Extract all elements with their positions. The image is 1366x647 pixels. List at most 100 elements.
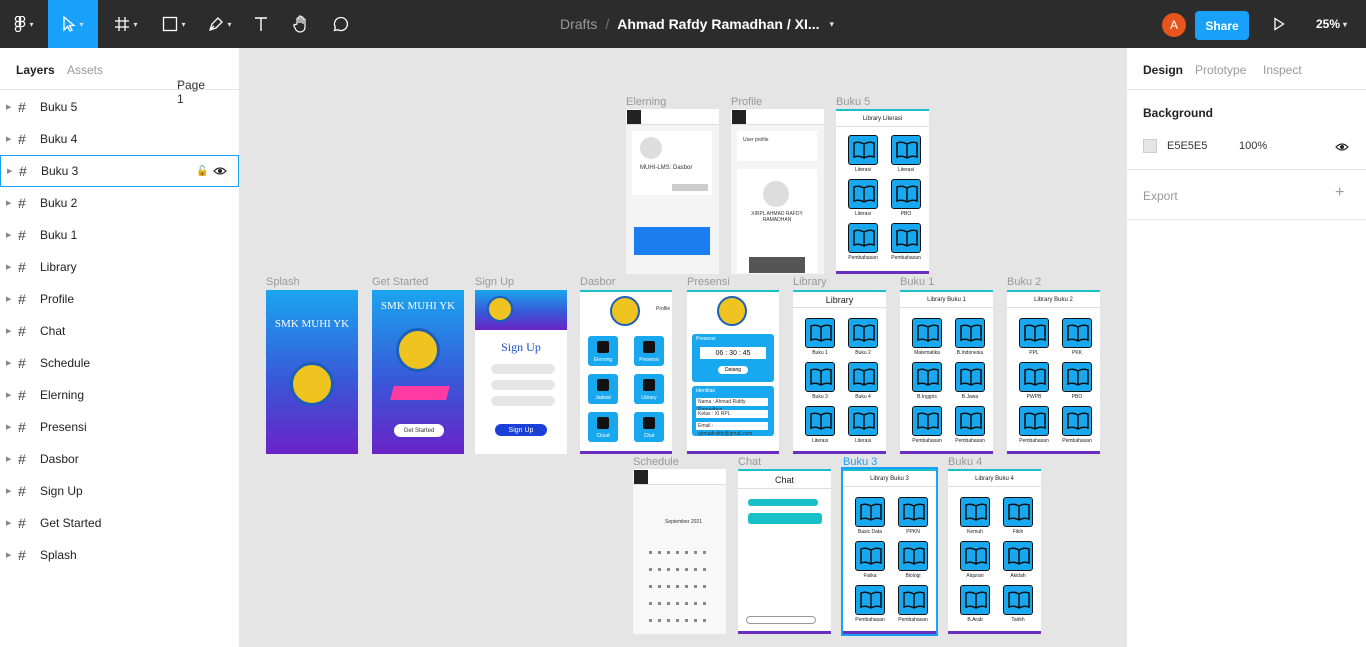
background-hex[interactable]: E5E5E5 bbox=[1167, 140, 1207, 152]
frame-label-buku4[interactable]: Buku 4 bbox=[948, 456, 982, 468]
frame-icon: # bbox=[18, 547, 26, 563]
layer-item[interactable]: ▶ # Sign Up bbox=[0, 475, 239, 507]
calendar-day bbox=[676, 619, 679, 622]
frame-label-presensi[interactable]: Presensi bbox=[687, 276, 730, 288]
frame-buku3[interactable]: Library Buku 3 Basic Data PPKN Fisika Biolo… bbox=[841, 467, 938, 636]
chevron-down-icon: ▾ bbox=[79, 19, 84, 29]
frame-label-library[interactable]: Library bbox=[793, 276, 827, 288]
frame-label-sign-up[interactable]: Sign Up bbox=[475, 276, 514, 288]
frame-label-buku3[interactable]: Buku 3 bbox=[843, 456, 877, 468]
add-export-icon[interactable]: + bbox=[1335, 184, 1344, 202]
layer-item[interactable]: ▶ # Schedule bbox=[0, 347, 239, 379]
tab-prototype[interactable]: Prototype bbox=[1195, 63, 1246, 77]
frame-label-schedule[interactable]: Schedule bbox=[633, 456, 679, 468]
frame-chat[interactable]: Chat bbox=[738, 469, 831, 634]
frame-title: Library Literasi bbox=[862, 115, 903, 122]
present-button[interactable] bbox=[1266, 0, 1292, 48]
layer-item[interactable]: ▶ # Buku 3 🔓 bbox=[0, 155, 239, 187]
right-panel-tabs: Design Prototype Inspect bbox=[1127, 48, 1366, 90]
tile-label: Library bbox=[641, 395, 657, 401]
expand-arrow-icon[interactable]: ▶ bbox=[6, 455, 11, 463]
expand-arrow-icon[interactable]: ▶ bbox=[6, 135, 11, 143]
frame-splash[interactable]: SMK MUHI YK bbox=[266, 290, 358, 454]
expand-arrow-icon[interactable]: ▶ bbox=[7, 167, 12, 175]
layer-item[interactable]: ▶ # Get Started bbox=[0, 507, 239, 539]
expand-arrow-icon[interactable]: ▶ bbox=[6, 231, 11, 239]
tab-design[interactable]: Design bbox=[1143, 63, 1183, 77]
frame-label-buku1[interactable]: Buku 1 bbox=[900, 276, 934, 288]
move-tool-button[interactable]: ▾ bbox=[48, 0, 98, 48]
frame-label-chat[interactable]: Chat bbox=[738, 456, 761, 468]
background-swatch[interactable] bbox=[1143, 139, 1157, 153]
frame-buku4[interactable]: Library Buku 4 Kemuh Fikih Alquran Akidah B.… bbox=[948, 469, 1041, 634]
frame-sign-up[interactable]: Sign Up Sign Up bbox=[475, 290, 567, 454]
layer-item[interactable]: ▶ # Library bbox=[0, 251, 239, 283]
avatar[interactable]: A bbox=[1162, 13, 1186, 37]
frame-presensi[interactable]: Presensi 06 : 30 : 45 Datang Identitas N… bbox=[687, 290, 779, 454]
hand-tool-button[interactable] bbox=[286, 0, 316, 48]
layer-item[interactable]: ▶ # Profile bbox=[0, 283, 239, 315]
expand-arrow-icon[interactable]: ▶ bbox=[6, 551, 11, 559]
layer-item[interactable]: ▶ # Chat bbox=[0, 315, 239, 347]
eye-icon[interactable] bbox=[213, 166, 227, 176]
frame-buku1[interactable]: Library Buku 1 Matematika B.Indonesia B.In… bbox=[900, 290, 993, 454]
expand-arrow-icon[interactable]: ▶ bbox=[6, 103, 11, 111]
expand-arrow-icon[interactable]: ▶ bbox=[6, 263, 11, 271]
pen-tool-button[interactable]: ▾ bbox=[200, 0, 240, 48]
frame-buku2[interactable]: Library Buku 2 PPL PKK PWPB PBO Pembahasan Pe… bbox=[1007, 290, 1100, 454]
frame-profile[interactable]: User profile XIRPL AHMAD RAFDY RAMADHAN bbox=[731, 109, 824, 274]
frame-elerning[interactable]: MUHI-LMS: Dasbor bbox=[626, 109, 719, 274]
text-tool-button[interactable] bbox=[246, 0, 276, 48]
expand-arrow-icon[interactable]: ▶ bbox=[6, 487, 11, 495]
layer-item[interactable]: ▶ # Dasbor bbox=[0, 443, 239, 475]
layer-item[interactable]: ▶ # Elerning bbox=[0, 379, 239, 411]
calendar-day bbox=[694, 585, 697, 588]
frame-get-started[interactable]: SMK MUHI YK Get Started bbox=[372, 290, 464, 454]
zoom-control[interactable]: 25% ▾ bbox=[1316, 0, 1347, 48]
expand-arrow-icon[interactable]: ▶ bbox=[6, 199, 11, 207]
layer-item[interactable]: ▶ # Presensi bbox=[0, 411, 239, 443]
layer-item[interactable]: ▶ # Buku 2 bbox=[0, 187, 239, 219]
layer-item[interactable]: ▶ # Buku 1 bbox=[0, 219, 239, 251]
frame-label-buku5[interactable]: Buku 5 bbox=[836, 96, 870, 108]
expand-arrow-icon[interactable]: ▶ bbox=[6, 423, 11, 431]
frame-label-profile[interactable]: Profile bbox=[731, 96, 762, 108]
tab-assets[interactable]: Assets bbox=[67, 63, 103, 77]
frame-label-get-started[interactable]: Get Started bbox=[372, 276, 428, 288]
frame-schedule[interactable]: September 2021 bbox=[633, 469, 726, 634]
frame-dasbor[interactable]: Profile Elerning Presensi Jadwal Library Clo… bbox=[580, 290, 672, 454]
expand-arrow-icon[interactable]: ▶ bbox=[6, 327, 11, 335]
file-title[interactable]: Drafts / Ahmad Rafdy Ramadhan / XI... ▾ bbox=[560, 0, 834, 48]
main-menu-button[interactable]: ▾ bbox=[0, 0, 48, 48]
book-icon bbox=[805, 362, 835, 392]
footer-accent bbox=[580, 451, 672, 454]
layer-item[interactable]: ▶ # Splash bbox=[0, 539, 239, 571]
layer-item[interactable]: ▶ # Buku 5 bbox=[0, 91, 239, 123]
lock-icon[interactable]: 🔓 bbox=[196, 166, 208, 177]
frame-buku5[interactable]: Library Literasi Literasi Literasi Literas… bbox=[836, 109, 929, 274]
chevron-down-icon[interactable]: ▾ bbox=[830, 19, 835, 30]
eye-icon[interactable] bbox=[1335, 142, 1349, 152]
tile-icon bbox=[643, 341, 655, 353]
share-button[interactable]: Share bbox=[1195, 11, 1249, 40]
shape-tool-button[interactable]: ▾ bbox=[154, 0, 194, 48]
tab-inspect[interactable]: Inspect bbox=[1263, 63, 1302, 77]
frame-label-buku2[interactable]: Buku 2 bbox=[1007, 276, 1041, 288]
frame-library[interactable]: Library Buku 1 Buku 2 Buku 3 Buku 4 Literasi… bbox=[793, 290, 886, 454]
drafts-link[interactable]: Drafts bbox=[560, 16, 597, 32]
file-name[interactable]: Ahmad Rafdy Ramadhan / XI... bbox=[617, 16, 819, 32]
expand-arrow-icon[interactable]: ▶ bbox=[6, 359, 11, 367]
comment-tool-button[interactable] bbox=[326, 0, 356, 48]
expand-arrow-icon[interactable]: ▶ bbox=[6, 295, 11, 303]
layer-item[interactable]: ▶ # Buku 4 bbox=[0, 123, 239, 155]
frame-label-splash[interactable]: Splash bbox=[266, 276, 300, 288]
expand-arrow-icon[interactable]: ▶ bbox=[6, 391, 11, 399]
canvas[interactable]: Elerning MUHI-LMS: Dasbor Profile User p… bbox=[240, 48, 1126, 647]
tab-layers[interactable]: Layers bbox=[16, 63, 55, 77]
background-opacity[interactable]: 100% bbox=[1239, 140, 1267, 152]
frame-label-dasbor[interactable]: Dasbor bbox=[580, 276, 615, 288]
expand-arrow-icon[interactable]: ▶ bbox=[6, 519, 11, 527]
book-label: Literasi bbox=[854, 211, 872, 217]
frame-label-elerning[interactable]: Elerning bbox=[626, 96, 666, 108]
frame-tool-button[interactable]: ▾ bbox=[106, 0, 146, 48]
